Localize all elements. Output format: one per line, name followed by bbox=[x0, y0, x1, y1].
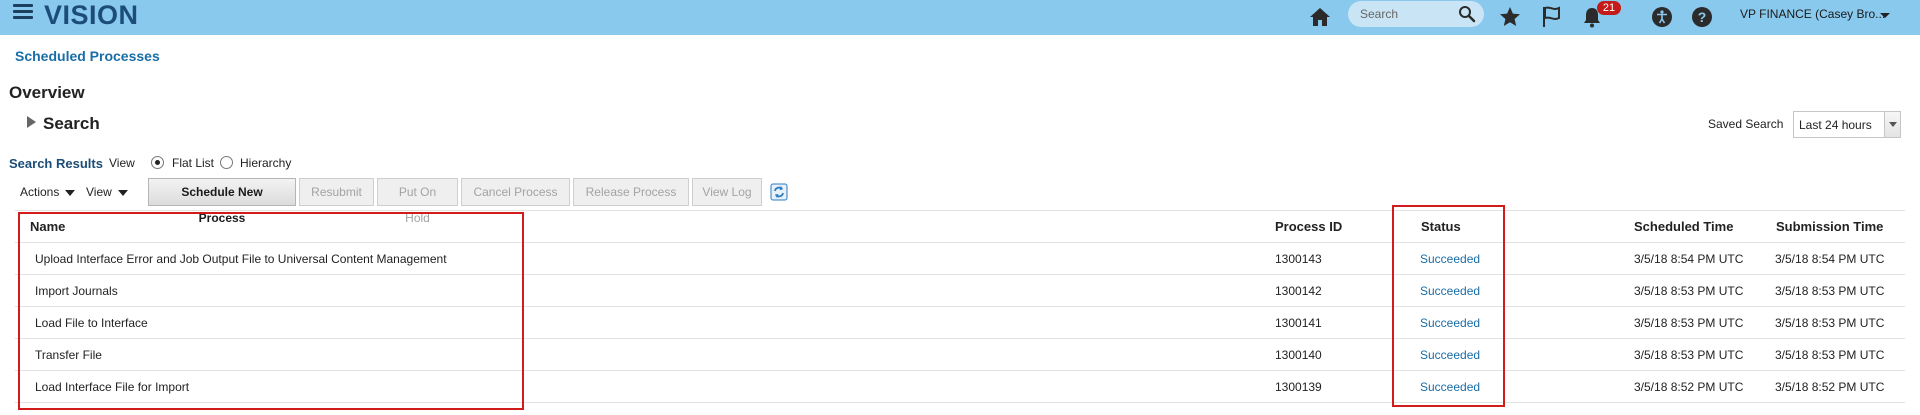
schedule-new-process-button[interactable]: Schedule New Process bbox=[148, 178, 296, 225]
hierarchy-radio[interactable] bbox=[220, 156, 233, 169]
refresh-icon[interactable] bbox=[770, 183, 788, 201]
row-3-submission-time: 3/5/18 8:53 PM UTC bbox=[1775, 316, 1885, 330]
flat-list-radio[interactable] bbox=[151, 156, 164, 169]
chevron-down-icon[interactable] bbox=[1880, 13, 1890, 18]
star-icon[interactable] bbox=[1498, 5, 1522, 29]
row-4-process-id: 1300140 bbox=[1275, 348, 1322, 362]
table-top-border bbox=[15, 210, 1905, 211]
status-column-highlight bbox=[1392, 205, 1505, 407]
user-menu[interactable]: VP FINANCE (Casey Bro... bbox=[1740, 7, 1885, 21]
global-search[interactable] bbox=[1348, 1, 1484, 27]
chevron-down-icon[interactable] bbox=[1884, 112, 1900, 137]
disclosure-triangle-icon[interactable] bbox=[27, 116, 36, 128]
page-title: Overview bbox=[9, 83, 85, 102]
row-3-process-id: 1300141 bbox=[1275, 316, 1322, 330]
hierarchy-label[interactable]: Hierarchy bbox=[240, 156, 291, 170]
row-1-submission-time: 3/5/18 8:54 PM UTC bbox=[1775, 252, 1885, 266]
svg-text:?: ? bbox=[1698, 9, 1707, 25]
accessibility-icon[interactable] bbox=[1650, 5, 1674, 29]
search-results-heading: Search Results bbox=[9, 156, 103, 171]
saved-search-label: Saved Search bbox=[1708, 117, 1784, 131]
row-1-scheduled-time: 3/5/18 8:54 PM UTC bbox=[1634, 252, 1744, 266]
global-header: VISION 21 ? VP FINANCE (Casey Bro... bbox=[0, 0, 1920, 35]
row-3-scheduled-time: 3/5/18 8:53 PM UTC bbox=[1634, 316, 1744, 330]
caret-down-icon bbox=[65, 189, 76, 196]
home-icon[interactable] bbox=[1308, 5, 1332, 29]
caret-down-icon bbox=[117, 189, 128, 196]
row-2-submission-time: 3/5/18 8:53 PM UTC bbox=[1775, 284, 1885, 298]
saved-search-value: Last 24 hours bbox=[1799, 118, 1872, 132]
app-logo[interactable]: VISION bbox=[44, 0, 139, 30]
row-2-scheduled-time: 3/5/18 8:53 PM UTC bbox=[1634, 284, 1744, 298]
row-5-process-id: 1300139 bbox=[1275, 380, 1322, 394]
notification-badge: 21 bbox=[1597, 1, 1621, 15]
put-on-hold-button[interactable]: Put On Hold bbox=[377, 178, 458, 225]
column-header-submission-time[interactable]: Submission Time bbox=[1776, 219, 1883, 234]
magnifier-icon[interactable] bbox=[1458, 5, 1476, 23]
release-process-button[interactable]: Release Process bbox=[573, 178, 689, 206]
name-column-highlight bbox=[18, 212, 524, 410]
hamburger-icon[interactable] bbox=[13, 4, 33, 20]
row-1-process-id: 1300143 bbox=[1275, 252, 1322, 266]
actions-menu[interactable]: Actions bbox=[20, 185, 76, 199]
view-menu[interactable]: View bbox=[86, 185, 128, 199]
cancel-process-button[interactable]: Cancel Process bbox=[461, 178, 570, 206]
breadcrumb[interactable]: Scheduled Processes bbox=[15, 48, 160, 64]
flat-list-label[interactable]: Flat List bbox=[172, 156, 214, 170]
row-2-process-id: 1300142 bbox=[1275, 284, 1322, 298]
column-header-process-id[interactable]: Process ID bbox=[1275, 219, 1342, 234]
row-5-submission-time: 3/5/18 8:52 PM UTC bbox=[1775, 380, 1885, 394]
row-4-submission-time: 3/5/18 8:53 PM UTC bbox=[1775, 348, 1885, 362]
search-section-header[interactable]: Search bbox=[43, 114, 100, 134]
help-icon[interactable]: ? bbox=[1690, 5, 1714, 29]
flag-icon[interactable] bbox=[1540, 5, 1564, 29]
row-5-scheduled-time: 3/5/18 8:52 PM UTC bbox=[1634, 380, 1744, 394]
row-4-scheduled-time: 3/5/18 8:53 PM UTC bbox=[1634, 348, 1744, 362]
column-header-scheduled-time[interactable]: Scheduled Time bbox=[1634, 219, 1733, 234]
saved-search-select[interactable]: Last 24 hours bbox=[1793, 111, 1901, 138]
view-label: View bbox=[109, 156, 135, 170]
search-input[interactable] bbox=[1360, 6, 1455, 22]
view-log-button[interactable]: View Log bbox=[692, 178, 762, 206]
resubmit-button[interactable]: Resubmit bbox=[299, 178, 374, 206]
